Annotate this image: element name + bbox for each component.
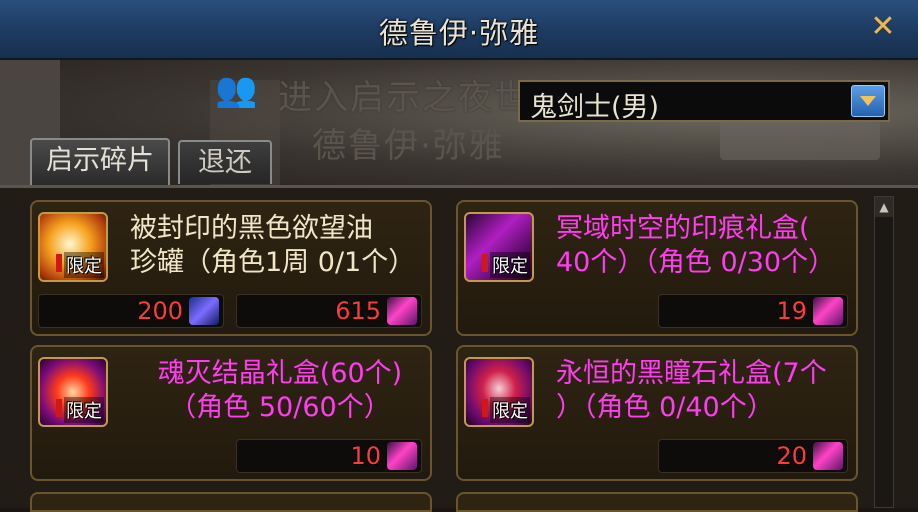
window-title: 德鲁伊·弥雅 [378, 16, 540, 50]
price-blue: 200 [38, 294, 224, 328]
shop-item-partial[interactable] [30, 492, 432, 512]
shop-item-partial[interactable] [456, 492, 858, 512]
price-pink: 20 [658, 439, 848, 473]
price-value: 200 [137, 297, 183, 325]
pink-crystal-icon [813, 297, 843, 325]
price-value: 19 [776, 297, 807, 325]
dropdown-arrow-icon[interactable] [851, 85, 885, 117]
item-icon: 限定 [38, 357, 108, 427]
party-icon: 👥 [215, 70, 258, 110]
tab-revelation-fragments[interactable]: 启示碎片 [30, 138, 170, 186]
tab-refund[interactable]: 退还 [178, 140, 272, 184]
limited-badge: 限定 [56, 397, 104, 423]
pink-crystal-icon [387, 297, 417, 325]
price-pink: 19 [658, 294, 848, 328]
price-value: 615 [335, 297, 381, 325]
item-icon: 限定 [464, 357, 534, 427]
pink-crystal-icon [387, 442, 417, 470]
item-icon: 限定 [38, 212, 108, 282]
class-select[interactable]: 鬼剑士(男) [518, 80, 890, 123]
banner-subtitle: 德鲁伊·弥雅 [312, 126, 505, 166]
item-name: 冥域时空的印痕礼盒( 40个）（角色 0/30个） [556, 213, 836, 278]
scrollbar[interactable]: ▲ [874, 196, 894, 508]
price-pink: 10 [236, 439, 422, 473]
class-select-value: 鬼剑士(男) [530, 92, 660, 123]
limited-badge: 限定 [482, 397, 530, 423]
limited-badge: 限定 [482, 252, 530, 278]
price-value: 20 [776, 442, 807, 470]
limited-badge: 限定 [56, 252, 104, 278]
shop-item[interactable]: 限定 冥域时空的印痕礼盒( 40个）（角色 0/30个） 19 [456, 200, 858, 336]
scroll-up-icon[interactable]: ▲ [875, 197, 893, 217]
item-name: 被封印的黑色欲望油 珍罐（角色1周 0/1个） [130, 213, 416, 278]
price-value: 10 [350, 442, 381, 470]
shop-item[interactable]: 限定 永恒的黑瞳石礼盒(7个 ）（角色 0/40个） 20 [456, 345, 858, 481]
title-bar: 德鲁伊·弥雅 ✕ [0, 0, 918, 60]
item-name: 魂灭结晶礼盒(60个) （角色 50/60个） [157, 358, 403, 423]
price-pink: 615 [236, 294, 422, 328]
pink-crystal-icon [813, 442, 843, 470]
blue-crystal-icon [189, 297, 219, 325]
item-icon: 限定 [464, 212, 534, 282]
shop-item[interactable]: 限定 被封印的黑色欲望油 珍罐（角色1周 0/1个） 200 615 [30, 200, 432, 336]
close-icon[interactable]: ✕ [868, 12, 898, 42]
shop-item[interactable]: 限定 魂灭结晶礼盒(60个) （角色 50/60个） 10 [30, 345, 432, 481]
item-name: 永恒的黑瞳石礼盒(7个 ）（角色 0/40个） [556, 358, 827, 423]
